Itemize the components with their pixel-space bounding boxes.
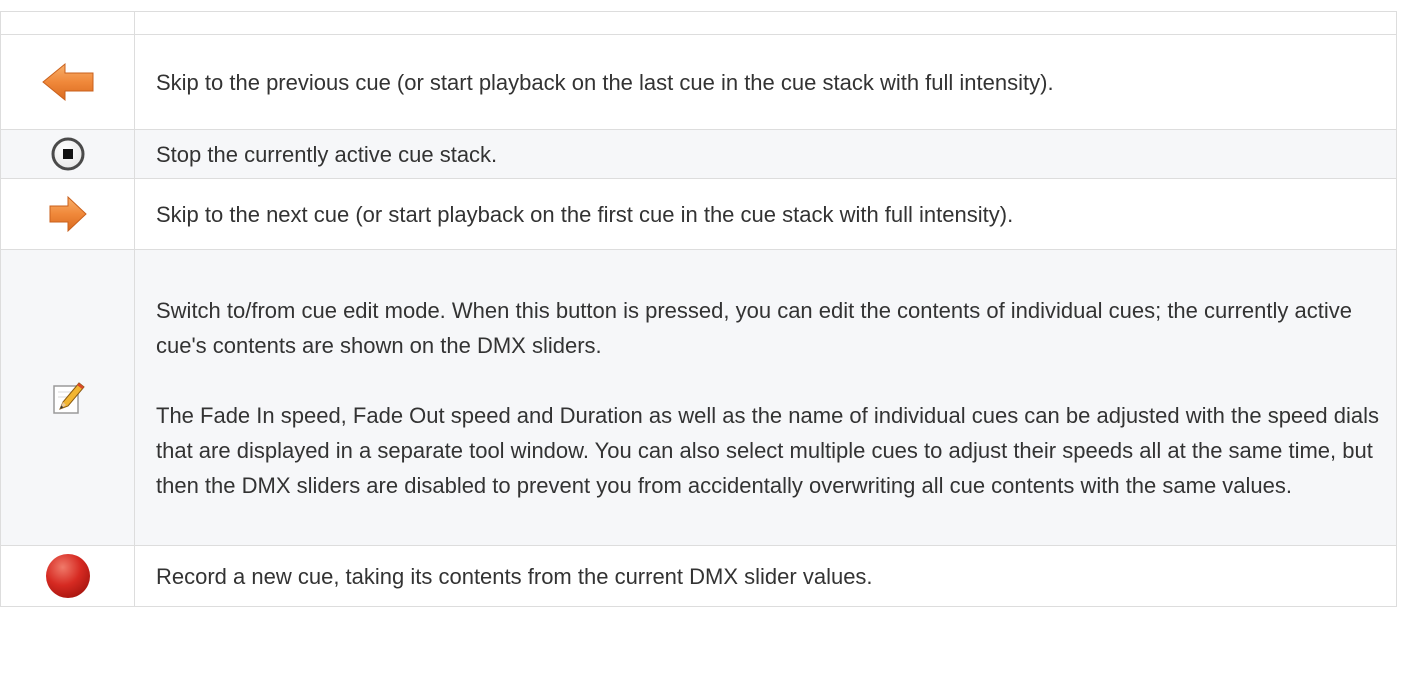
arrow-right-icon [48, 194, 88, 234]
description-cell: Skip to the next cue (or start playback … [134, 178, 1397, 250]
icon-cell [0, 545, 135, 607]
edit-pencil-icon [51, 380, 85, 416]
table-row: Skip to the next cue (or start playback … [0, 178, 1397, 250]
table-row: Record a new cue, taking its contents fr… [0, 545, 1397, 607]
icon-cell [0, 129, 135, 179]
icon-cell [0, 249, 135, 546]
header-cell-icon [0, 11, 135, 35]
description-cell: Record a new cue, taking its contents fr… [134, 545, 1397, 607]
stop-icon [51, 137, 85, 171]
header-cell-description [134, 11, 1397, 35]
table-row: Stop the currently active cue stack. [0, 129, 1397, 179]
icon-cell [0, 34, 135, 130]
arrow-left-icon [41, 62, 95, 102]
table-row: Skip to the previous cue (or start playb… [0, 34, 1397, 130]
description-cell: Skip to the previous cue (or start playb… [134, 34, 1397, 130]
description-paragraph: Switch to/from cue edit mode. When this … [156, 297, 1352, 358]
description-cell: Stop the currently active cue stack. [134, 129, 1397, 179]
record-icon [44, 552, 92, 600]
icon-cell [0, 178, 135, 250]
description-paragraph: The Fade In speed, Fade Out speed and Du… [156, 402, 1379, 498]
cue-controls-table: Skip to the previous cue (or start playb… [0, 11, 1397, 607]
table-header-row [0, 11, 1397, 35]
table-row: Switch to/from cue edit mode. When this … [0, 249, 1397, 546]
description-cell: Switch to/from cue edit mode. When this … [134, 249, 1397, 546]
